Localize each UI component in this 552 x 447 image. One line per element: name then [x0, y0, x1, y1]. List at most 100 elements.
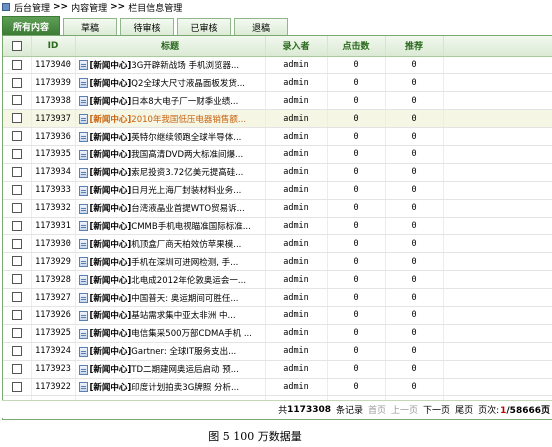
tab-pending-review[interactable]: 待审核 [120, 18, 174, 35]
table-row[interactable]: 1173922 [新闻中心]印度计划拍卖3G牌照 分析... admin 0 0 [3, 378, 552, 397]
row-id: 1173936 [31, 127, 76, 146]
row-category[interactable]: [新闻中心] [90, 347, 132, 357]
prev-page-link[interactable]: 上一页 [391, 403, 418, 416]
row-title-link[interactable]: 日本8大电子厂一财季业绩... [131, 97, 238, 107]
row-title-link[interactable]: 北电成2012年伦敦奥运会一... [131, 276, 246, 286]
row-category[interactable]: [新闻中心] [90, 115, 132, 125]
row-checkbox[interactable] [11, 345, 22, 356]
row-category[interactable]: [新闻中心] [90, 168, 132, 178]
table-row[interactable]: 1173937 [新闻中心]2010年我国低压电器销售额... admin 0 0 [3, 109, 552, 129]
tab-all-content[interactable]: 所有内容 [2, 16, 60, 35]
column-header-id[interactable]: ID [31, 36, 76, 57]
table-row[interactable]: 1173928 [新闻中心]北电成2012年伦敦奥运会一... admin 0 0 [3, 270, 552, 290]
row-category[interactable]: [新闻中心] [90, 311, 132, 321]
table-row[interactable]: 1173924 [新闻中心]Gartner: 全球IT服务支出... admin 0 0 [3, 342, 552, 361]
document-icon [78, 346, 88, 357]
table-row[interactable]: 1173930 [新闻中心]机顶盒厂商天柏效仿苹果模... admin 0 0 [3, 234, 552, 254]
table-row[interactable]: 1173933 [新闻中心]日月光上海厂封装材料业务... admin 0 0 [3, 181, 552, 200]
table-row[interactable]: 1173925 [新闻中心]电信集采500万部CDMA手机 ... admin 0 0 [3, 324, 552, 343]
next-page-link[interactable]: 下一页 [423, 403, 450, 416]
table-row[interactable]: 1173940 [新闻中心]3G开辟新战场 手机浏览器... admin 0 0 [3, 56, 552, 75]
row-title-link[interactable]: 我国高清DVD两大标准间爆... [131, 150, 243, 160]
row-category[interactable]: [新闻中心] [90, 258, 132, 268]
row-category[interactable]: [新闻中心] [90, 61, 132, 71]
row-checkbox[interactable] [11, 292, 22, 303]
table-row[interactable]: 1173926 [新闻中心]基站需求集中亚太非洲 中... admin 0 0 [3, 306, 552, 325]
last-page-link[interactable]: 尾页 [455, 403, 473, 416]
row-category[interactable]: [新闻中心] [90, 133, 132, 143]
document-icon [78, 203, 88, 214]
table-row[interactable]: 1173934 [新闻中心]索尼投资3.72亿美元提高硅... admin 0 0 [3, 163, 552, 182]
row-id: 1173922 [31, 378, 76, 397]
row-checkbox[interactable] [11, 202, 22, 213]
row-checkbox[interactable] [11, 274, 22, 285]
breadcrumb-item-admin[interactable]: 后台管理 [14, 1, 50, 14]
table-row[interactable]: 1173935 [新闻中心]我国高清DVD两大标准间爆... admin 0 0 [3, 145, 552, 164]
row-checkbox[interactable] [11, 167, 22, 178]
row-title-link[interactable]: 3G开辟新战场 手机浏览器... [131, 61, 239, 71]
row-checkbox[interactable] [11, 363, 22, 374]
table-row[interactable]: 1173936 [新闻中心]英特尔继续领跑全球半导体... admin 0 0 [3, 127, 552, 146]
select-all-checkbox[interactable] [11, 40, 22, 51]
row-title-link[interactable]: 电信集采500万部CDMA手机 ... [131, 329, 252, 339]
row-checkbox[interactable] [11, 310, 22, 321]
row-category[interactable]: [新闻中心] [90, 294, 132, 304]
row-category[interactable]: [新闻中心] [90, 204, 132, 214]
tab-reviewed[interactable]: 已审核 [177, 18, 231, 35]
row-category[interactable]: [新闻中心] [90, 240, 132, 250]
table-row[interactable]: 1173927 [新闻中心]中国普天: 奥运期间可胜任... admin 0 0 [3, 288, 552, 307]
table-row[interactable]: 1173932 [新闻中心]台湾液晶业首提WTO贸易诉... admin 0 0 [3, 199, 552, 218]
row-category[interactable]: [新闻中心] [90, 222, 132, 232]
table-row[interactable]: 1173939 [新闻中心]Q2全球大尺寸液晶面板发货... admin 0 0 [3, 73, 552, 93]
tab-rejected[interactable]: 退稿 [234, 18, 288, 35]
row-title-link[interactable]: CMMB手机电视瞄准国际标准... [131, 222, 251, 232]
row-category[interactable]: [新闻中心] [90, 79, 132, 89]
row-title-link[interactable]: 基站需求集中亚太非洲 中... [131, 311, 235, 321]
row-checkbox[interactable] [11, 95, 22, 106]
table-row[interactable]: 1173938 [新闻中心]日本8大电子厂一财季业绩... admin 0 0 [3, 91, 552, 111]
row-title-link[interactable]: Q2全球大尺寸液晶面板发货... [131, 79, 245, 89]
row-category[interactable]: [新闻中心] [90, 383, 132, 393]
row-clicks: 0 [327, 217, 386, 236]
column-header-title[interactable]: 标题 [75, 36, 266, 57]
table-row[interactable]: 1173931 [新闻中心]CMMB手机电视瞄准国际标准... admin 0 0 [3, 217, 552, 236]
row-title-link[interactable]: 印度计划拍卖3G牌照 分析... [131, 383, 239, 393]
row-checkbox[interactable] [11, 328, 22, 339]
document-icon [78, 221, 88, 232]
row-checkbox[interactable] [11, 113, 22, 124]
row-category[interactable]: [新闻中心] [90, 97, 132, 107]
first-page-link[interactable]: 首页 [368, 403, 386, 416]
row-title-link[interactable]: Gartner: 全球IT服务支出... [131, 347, 236, 357]
table-row[interactable]: 1173929 [新闻中心]手机在深圳可进网检测, 手... admin 0 0 [3, 252, 552, 272]
row-title-cell: [新闻中心]Q2全球大尺寸液晶面板发货... [75, 73, 266, 93]
row-category[interactable]: [新闻中心] [90, 186, 132, 196]
row-title-link[interactable]: 索尼投资3.72亿美元提高硅... [131, 168, 243, 178]
row-category[interactable]: [新闻中心] [90, 150, 132, 160]
row-checkbox[interactable] [11, 220, 22, 231]
row-title-link[interactable]: 日月光上海厂封装材料业务... [131, 186, 241, 196]
table-row[interactable]: 1173923 [新闻中心]TD二期建网奥运后启动 预... admin 0 0 [3, 360, 552, 379]
row-category[interactable]: [新闻中心] [90, 276, 132, 286]
row-checkbox[interactable] [11, 184, 22, 195]
row-title-link[interactable]: 手机在深圳可进网检测, 手... [131, 258, 238, 268]
row-title-link[interactable]: TD二期建网奥运后启动 预... [131, 365, 239, 375]
row-checkbox[interactable] [11, 256, 22, 267]
column-header-recommend[interactable]: 推荐 [385, 36, 444, 57]
row-title-link[interactable]: 中国普天: 奥运期间可胜任... [131, 294, 238, 304]
row-title-link[interactable]: 机顶盒厂商天柏效仿苹果模... [131, 240, 241, 250]
row-category[interactable]: [新闻中心] [90, 329, 132, 339]
row-checkbox[interactable] [11, 149, 22, 160]
row-category[interactable]: [新闻中心] [90, 365, 132, 375]
column-header-clicks[interactable]: 点击数 [327, 36, 386, 57]
row-checkbox[interactable] [11, 238, 22, 249]
column-header-author[interactable]: 录入者 [265, 36, 328, 57]
row-title-link[interactable]: 2010年我国低压电器销售额... [131, 115, 246, 125]
row-checkbox[interactable] [11, 131, 22, 142]
row-checkbox[interactable] [11, 381, 22, 392]
row-title-link[interactable]: 台湾液晶业首提WTO贸易诉... [131, 204, 244, 214]
row-checkbox[interactable] [11, 77, 22, 88]
row-title-link[interactable]: 英特尔继续领跑全球半导体... [131, 133, 241, 143]
breadcrumb-item-content[interactable]: 内容管理 [71, 1, 107, 14]
row-checkbox[interactable] [11, 59, 22, 70]
tab-drafts[interactable]: 草稿 [63, 18, 117, 35]
